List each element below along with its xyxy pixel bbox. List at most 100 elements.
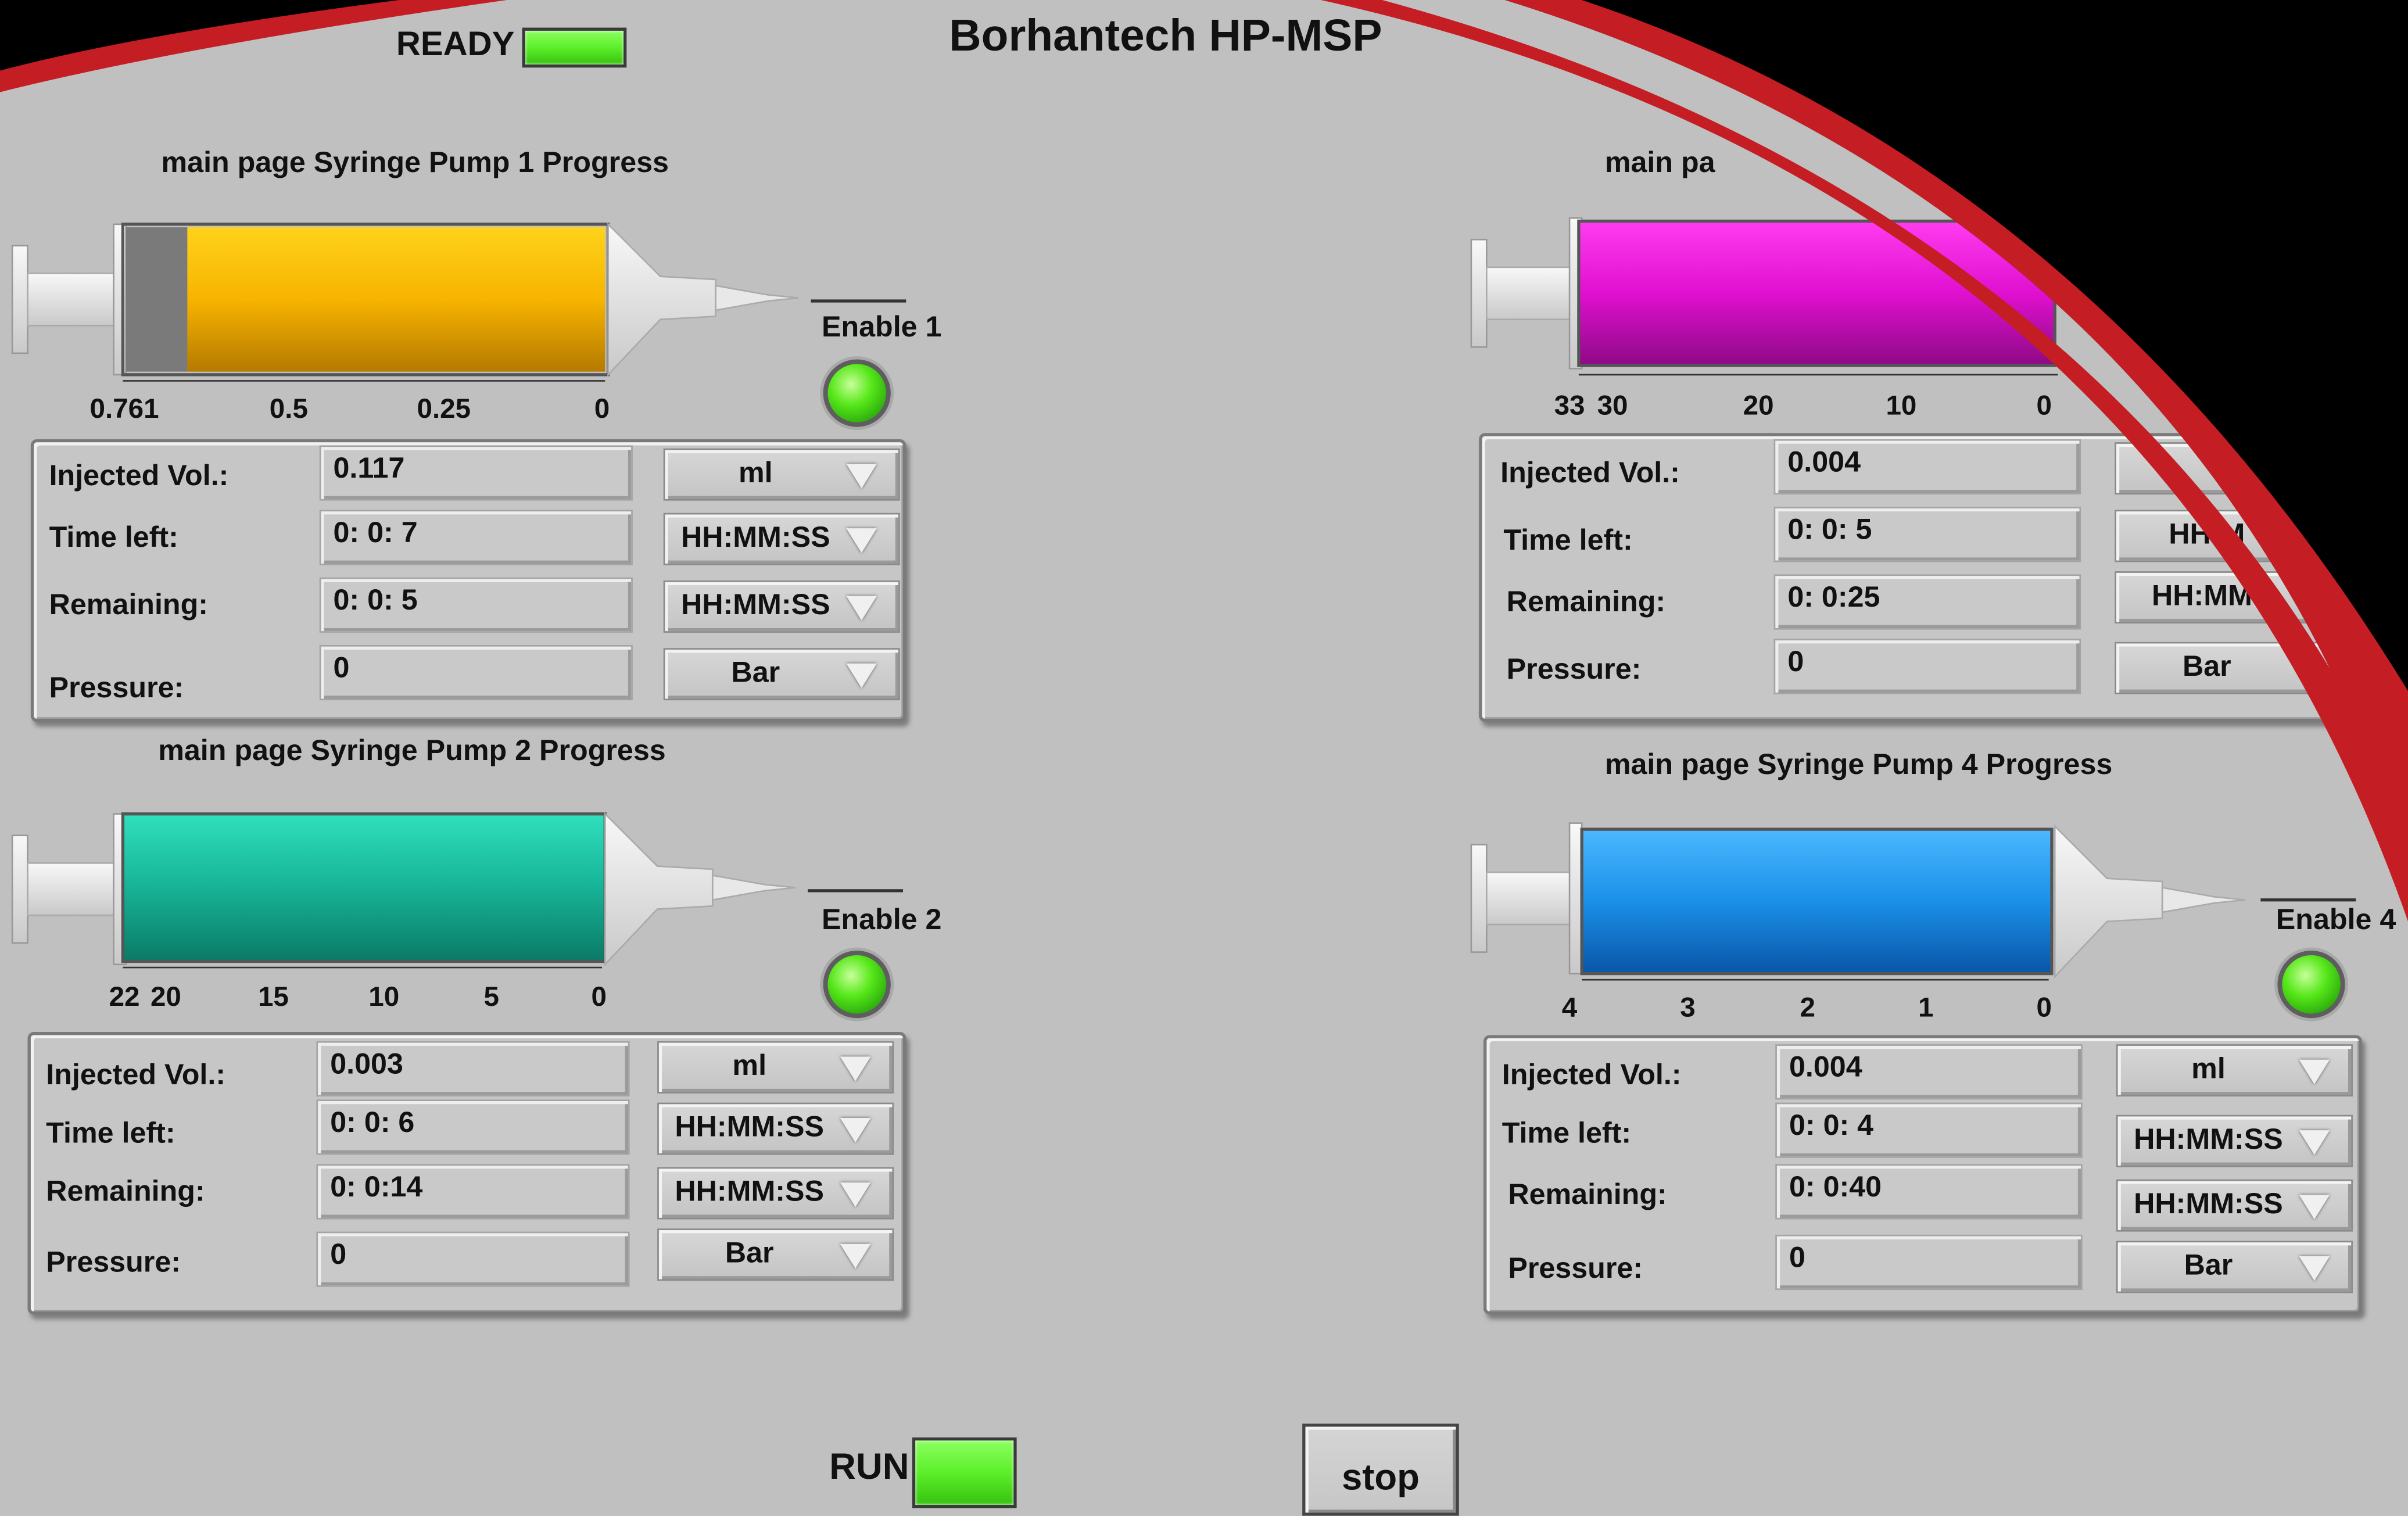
pump2-tick: 0 (591, 981, 607, 1012)
chevron-down-icon (846, 528, 877, 553)
pump3-title: main pa (1604, 147, 1715, 180)
dropdown-value: HH:MM:SS (680, 589, 830, 622)
time-left-label: Time left: (49, 522, 178, 555)
time-left-label: Time left: (1502, 1118, 1632, 1151)
pump2-tick: 5 (483, 981, 499, 1012)
pressure-value: 0 (319, 645, 633, 701)
dropdown-value: HH:M (2169, 519, 2245, 551)
pump4-enable-led[interactable] (2277, 950, 2345, 1019)
pump4-readout-panel: Injected Vol.: Time left: Remaining: Pre… (1483, 1035, 2362, 1315)
remaining-unit-dropdown[interactable]: HH:MM:SS (663, 580, 900, 633)
dropdown-value: HH:MM:SS (675, 1112, 825, 1144)
injected-unit-dropdown[interactable]: ml (663, 448, 900, 501)
stop-button[interactable]: stop (1302, 1423, 1459, 1516)
pump1-title: main page Syringe Pump 1 Progress (161, 147, 669, 180)
pump2-tick: 20 (150, 981, 181, 1012)
pressure-value: 0 (1773, 639, 2081, 694)
pump2-enable-led[interactable] (823, 950, 891, 1019)
pressure-unit-dropdown[interactable]: Bar (2115, 641, 2352, 694)
injected-label: Injected Vol.: (1500, 457, 1680, 490)
pump2-title: main page Syringe Pump 2 Progress (158, 735, 666, 768)
injected-label: Injected Vol.: (1502, 1059, 1682, 1092)
remaining-label: Remaining: (49, 589, 208, 622)
pump3-tick: 10 (1886, 390, 1917, 421)
pressure-label: Pressure: (46, 1247, 181, 1280)
dropdown-value: ml (738, 457, 773, 490)
time-left-value: 0: 0: 6 (316, 1099, 630, 1155)
pump1-tick: 0.25 (417, 393, 471, 424)
time-left-value: 0: 0: 4 (1775, 1102, 2083, 1158)
pump2-readout-panel: Injected Vol.: Time left: Remaining: Pre… (27, 1032, 906, 1315)
pressure-unit-dropdown[interactable]: Bar (2116, 1241, 2353, 1293)
time-left-label: Time left: (46, 1118, 175, 1151)
injected-label: Injected Vol.: (46, 1059, 226, 1092)
chevron-down-icon (2299, 1130, 2330, 1155)
pressure-label: Pressure: (1506, 654, 1642, 687)
pump2-tick: 10 (368, 981, 400, 1012)
pump4-title: main page Syringe Pump 4 Progress (1604, 749, 2113, 782)
time-left-value: 0: 0: 7 (319, 510, 633, 565)
pump3-readout-panel: Injected Vol.: Time left: Remaining: Pre… (1479, 433, 2407, 722)
time-left-label: Time left: (1503, 525, 1633, 558)
pump1-tick: 0 (594, 393, 610, 424)
pump4-tick: 3 (1680, 992, 1696, 1023)
time-left-unit-dropdown[interactable]: HH:M (2115, 510, 2352, 562)
chevron-down-icon (846, 596, 877, 621)
dropdown-value: Bar (2182, 651, 2231, 684)
dropdown-value: HH:MM:SS (2134, 1124, 2283, 1157)
app-title: Borhantech HP-MSP (949, 12, 1382, 62)
ready-indicator (522, 27, 627, 68)
injected-unit-dropdown[interactable]: ml (2116, 1044, 2353, 1097)
remaining-value: 0: 0:14 (316, 1164, 630, 1220)
pump4-tick: 4 (1561, 992, 1578, 1023)
pressure-unit-dropdown[interactable]: Bar (663, 648, 900, 701)
remaining-unit-dropdown[interactable]: HH:MM:SS (657, 1167, 894, 1220)
dropdown-value: ml (732, 1050, 767, 1083)
chevron-down-icon (2297, 457, 2328, 482)
dropdown-value: Bar (2184, 1250, 2233, 1282)
chevron-down-icon (2299, 1059, 2330, 1084)
time-left-unit-dropdown[interactable]: HH:MM:SS (2116, 1114, 2353, 1167)
injected-unit-dropdown[interactable] (2115, 442, 2352, 495)
pump3-tick: 33 (1554, 390, 1585, 421)
run-indicator (912, 1437, 1017, 1508)
chevron-down-icon (840, 1118, 871, 1143)
chevron-down-icon (840, 1056, 871, 1081)
dropdown-value: Bar (725, 1238, 774, 1270)
injected-value: 0.003 (316, 1041, 630, 1097)
pump1-enable-led[interactable] (823, 359, 891, 427)
dropdown-value: Bar (731, 657, 780, 690)
time-left-unit-dropdown[interactable]: HH:MM:SS (663, 512, 900, 565)
pressure-unit-dropdown[interactable]: Bar (657, 1228, 894, 1281)
remaining-value: 0: 0:40 (1775, 1164, 2083, 1220)
remaining-value: 0: 0: 5 (319, 577, 633, 633)
injected-value: 0.004 (1773, 439, 2081, 495)
dropdown-value: HH:MM: (2151, 580, 2262, 613)
dropdown-value: HH:MM:SS (675, 1176, 825, 1209)
remaining-unit-dropdown[interactable]: HH:MM: (2115, 571, 2352, 624)
pressure-value: 0 (316, 1231, 630, 1287)
remaining-label: Remaining: (1508, 1179, 1667, 1212)
pump1-tick: 0.761 (89, 393, 159, 424)
dropdown-value: ml (2191, 1053, 2226, 1086)
injected-unit-dropdown[interactable]: ml (657, 1041, 894, 1094)
time-left-unit-dropdown[interactable]: HH:MM:SS (657, 1102, 894, 1155)
chevron-down-icon (2299, 1195, 2330, 1220)
pump1-readout-panel: Injected Vol.: Time left: Remaining: Pre… (30, 439, 906, 722)
pump1-tick: 0.5 (269, 393, 308, 424)
ready-label: READY (396, 24, 515, 63)
pump2-tick: 22 (109, 981, 140, 1012)
remaining-unit-dropdown[interactable]: HH:MM:SS (2116, 1179, 2353, 1232)
injected-label: Injected Vol.: (49, 460, 229, 493)
injected-value: 0.117 (319, 445, 633, 501)
remaining-label: Remaining: (46, 1176, 205, 1209)
pressure-value: 0 (1775, 1234, 2083, 1291)
pump4-tick: 2 (1800, 992, 1815, 1023)
injected-value: 0.004 (1775, 1044, 2083, 1100)
chevron-down-icon (840, 1182, 871, 1207)
remaining-value: 0: 0:25 (1773, 574, 2081, 630)
pump2-enable-label: Enable 2 (821, 904, 942, 937)
pump4-tick: 1 (1918, 992, 1934, 1023)
remaining-label: Remaining: (1506, 586, 1666, 619)
pump3-tick: 30 (1597, 390, 1628, 421)
